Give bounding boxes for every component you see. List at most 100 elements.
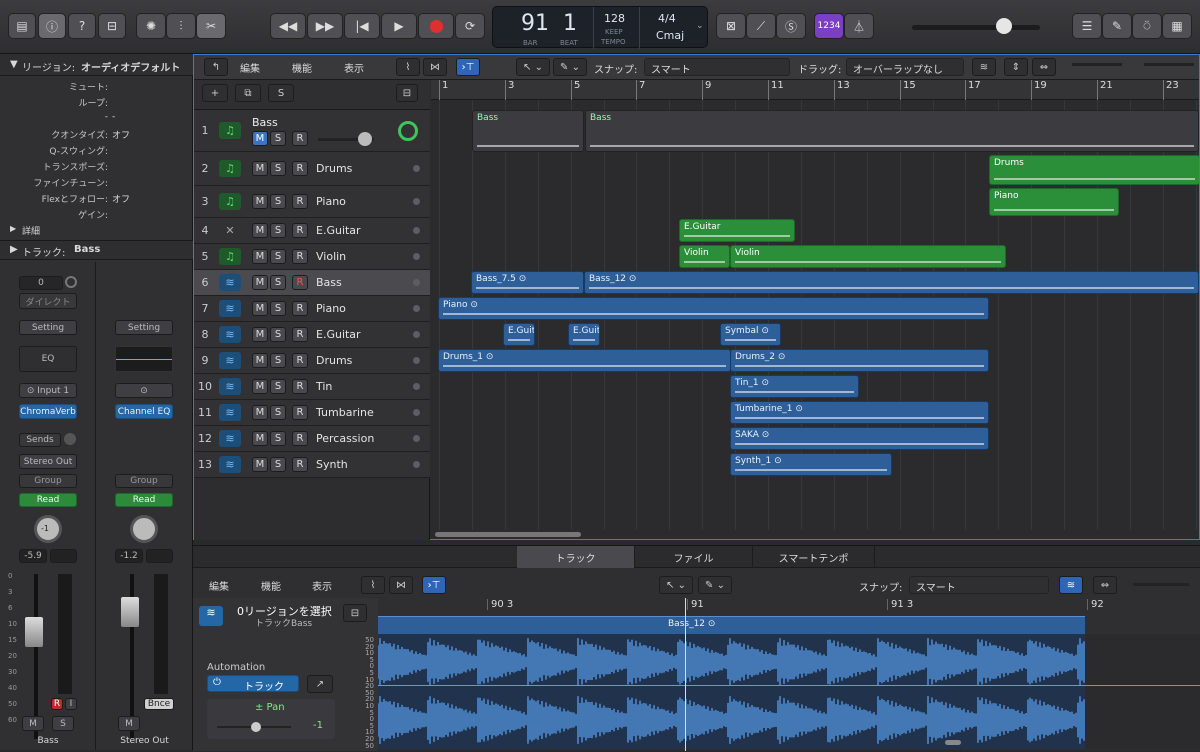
region[interactable]: Bass bbox=[472, 110, 584, 152]
record-enable-button[interactable]: R bbox=[292, 353, 308, 368]
record-enable-button[interactable]: R bbox=[292, 275, 308, 290]
volume-fader[interactable] bbox=[25, 617, 43, 647]
editor-ruler[interactable]: 90 3 91 91 3 92 bbox=[378, 598, 1200, 616]
edit-menu[interactable]: 編集 bbox=[203, 576, 235, 594]
library-icon[interactable]: ▤ bbox=[8, 13, 36, 39]
solo-button[interactable]: S bbox=[270, 275, 286, 290]
track-name[interactable]: Piano bbox=[316, 195, 346, 208]
record-enable-button[interactable]: R bbox=[292, 194, 308, 209]
horizontal-fit-icon[interactable]: ⇔ bbox=[1093, 576, 1117, 594]
record-enable-button[interactable]: R bbox=[292, 249, 308, 264]
track-name[interactable]: Tumbarine bbox=[316, 406, 374, 419]
vertical-zoom-icon[interactable]: ⇕ bbox=[1004, 58, 1028, 76]
tab-track[interactable]: トラック bbox=[517, 546, 635, 568]
pan-knob[interactable]: -1 bbox=[34, 515, 62, 543]
region[interactable]: E.Guit bbox=[503, 323, 535, 346]
output-slot[interactable]: Stereo Out bbox=[19, 454, 77, 469]
mute-button[interactable]: M bbox=[252, 301, 268, 316]
metronome-icon[interactable]: ⏃ bbox=[844, 13, 874, 39]
mute-button[interactable]: M bbox=[252, 249, 268, 264]
track-name[interactable]: Drums bbox=[316, 162, 352, 175]
track-name[interactable]: Tin bbox=[316, 380, 332, 393]
region[interactable]: SAKA ⊙ bbox=[730, 427, 989, 450]
editor-scrollbar[interactable] bbox=[945, 740, 961, 745]
input-slot[interactable]: ⊙ Input 1 bbox=[19, 383, 77, 398]
audio-fx-slot[interactable]: Channel EQ bbox=[115, 404, 173, 419]
mute-button[interactable]: M bbox=[252, 223, 268, 238]
go-to-start-icon[interactable]: |◀ bbox=[344, 13, 380, 39]
record-enable-button[interactable]: R bbox=[292, 223, 308, 238]
gain-knob[interactable] bbox=[65, 276, 77, 288]
automation-parameter[interactable]: ± Pan -1 bbox=[207, 699, 335, 739]
snap-dropdown[interactable]: スマート bbox=[644, 58, 790, 76]
automation-icon[interactable]: ⌇ bbox=[396, 58, 420, 76]
track-row[interactable]: 3 ♫ M S R Piano bbox=[194, 186, 430, 218]
count-in-button[interactable]: 1234 bbox=[814, 13, 844, 39]
region[interactable]: Tin_1 ⊙ bbox=[730, 375, 859, 398]
track-name[interactable]: Drums bbox=[316, 354, 352, 367]
mute-button[interactable]: M bbox=[252, 131, 268, 146]
snap-dropdown[interactable]: スマート bbox=[909, 576, 1049, 594]
solo-button[interactable]: S bbox=[270, 249, 286, 264]
region[interactable]: Violin bbox=[730, 245, 1006, 268]
mute-button[interactable]: M bbox=[252, 405, 268, 420]
solo-icon[interactable]: Ⓢ bbox=[776, 13, 806, 39]
region[interactable]: Drums_2 ⊙ bbox=[730, 349, 989, 372]
track-pan-knob[interactable] bbox=[398, 121, 418, 141]
track-row[interactable]: 5 ♫ M S R Violin bbox=[194, 244, 430, 270]
inspector-icon[interactable]: ⓘ bbox=[38, 13, 66, 39]
eq-display[interactable] bbox=[115, 346, 173, 372]
solo-button[interactable]: S bbox=[270, 457, 286, 472]
mute-button[interactable]: M bbox=[252, 431, 268, 446]
bar-ruler[interactable]: 1 3 5 7 9 11 13 15 17 19 21 23 bbox=[431, 80, 1199, 100]
pencil-tool-icon[interactable]: ✎ ⌄ bbox=[698, 576, 732, 594]
input-monitor-button[interactable]: I bbox=[65, 698, 77, 710]
track-row[interactable]: 2 ♫ M S R Drums bbox=[194, 152, 430, 186]
solo-button[interactable]: S bbox=[270, 327, 286, 342]
record-icon[interactable] bbox=[418, 13, 454, 39]
pointer-tool-icon[interactable]: ↖ ⌄ bbox=[516, 58, 550, 76]
solo-button[interactable]: S bbox=[270, 301, 286, 316]
volume-fader[interactable] bbox=[121, 597, 139, 627]
back-icon[interactable]: ↰ bbox=[204, 58, 228, 76]
setting-button[interactable]: Setting bbox=[19, 320, 77, 335]
mute-button[interactable]: M bbox=[252, 457, 268, 472]
sends-slot[interactable]: Sends bbox=[19, 433, 61, 447]
track-row[interactable]: 6 ≋ M S R Bass bbox=[194, 270, 430, 296]
record-enable-button[interactable]: R bbox=[292, 301, 308, 316]
gain-value[interactable]: 0 bbox=[19, 276, 63, 290]
horizontal-scrollbar[interactable] bbox=[431, 530, 1199, 539]
region[interactable]: Piano ⊙ bbox=[438, 297, 989, 320]
region[interactable]: Violin bbox=[679, 245, 730, 268]
track-row[interactable]: 10 ≋ M S R Tin bbox=[194, 374, 430, 400]
track-name[interactable]: Synth bbox=[316, 458, 348, 471]
edit-menu[interactable]: 編集 bbox=[234, 58, 266, 76]
record-enable-button[interactable]: R bbox=[292, 131, 308, 146]
solo-button[interactable]: S bbox=[270, 405, 286, 420]
horizontal-fit-icon[interactable]: ⇔ bbox=[1032, 58, 1056, 76]
track-name[interactable]: Bass bbox=[252, 116, 278, 129]
track-options-icon[interactable]: ⊟ bbox=[396, 84, 418, 102]
track-name[interactable]: E.Guitar bbox=[316, 328, 361, 341]
region[interactable]: Drums bbox=[989, 155, 1199, 185]
functions-menu[interactable]: 機能 bbox=[286, 58, 318, 76]
flex-icon[interactable]: ⋈ bbox=[389, 576, 413, 594]
track-row[interactable]: 11 ≋ M S R Tumbarine bbox=[194, 400, 430, 426]
details-row[interactable]: ▶ 詳細 bbox=[0, 222, 193, 238]
view-menu[interactable]: 表示 bbox=[338, 58, 370, 76]
tuner-icon[interactable]: ⟋ bbox=[746, 13, 776, 39]
region[interactable]: E.Guit bbox=[568, 323, 600, 346]
region[interactable]: Symbal ⊙ bbox=[720, 323, 781, 346]
quick-help-icon[interactable]: ? bbox=[68, 13, 96, 39]
functions-menu[interactable]: 機能 bbox=[255, 576, 287, 594]
replace-icon[interactable]: ⊠ bbox=[716, 13, 746, 39]
region-inspector-header[interactable]: ▼ リージョン: オーディオデフォルト bbox=[0, 54, 193, 76]
automation-mode-select[interactable]: ⏻ トラック bbox=[207, 675, 299, 693]
automation-curve-icon[interactable]: ↗ bbox=[307, 675, 333, 693]
master-volume-knob[interactable] bbox=[996, 18, 1012, 34]
track-row[interactable]: 1 ♫ Bass M S R bbox=[194, 110, 430, 152]
mute-button[interactable]: M bbox=[252, 327, 268, 342]
browser-icon[interactable]: ▦ bbox=[1162, 13, 1192, 39]
cycle-icon[interactable]: ⟳ bbox=[455, 13, 485, 39]
catch-icon[interactable]: ›⊤ bbox=[456, 58, 480, 76]
